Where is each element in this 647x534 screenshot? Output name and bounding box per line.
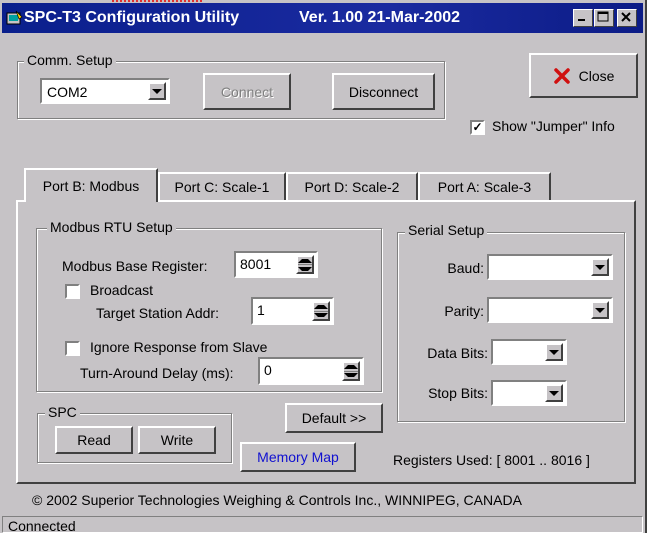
data-bits-label: Data Bits: (427, 345, 488, 361)
write-button[interactable]: Write (138, 426, 216, 454)
default-button[interactable]: Default >> (285, 403, 383, 433)
data-bits-select[interactable] (491, 339, 567, 365)
stepper-arrows-icon[interactable] (296, 255, 314, 274)
target-station-value: 1 (257, 302, 265, 318)
registers-used-text: Registers Used: [ 8001 .. 8016 ] (393, 452, 590, 468)
turnaround-stepper[interactable]: 0 (258, 357, 364, 385)
turnaround-label: Turn-Around Delay (ms): (80, 365, 234, 381)
memory-map-button[interactable]: Memory Map (240, 442, 356, 472)
write-label: Write (160, 432, 194, 448)
stepper-arrows-icon[interactable] (312, 301, 330, 321)
baud-label: Baud: (447, 260, 484, 276)
chevron-down-icon[interactable] (591, 258, 609, 276)
parity-select[interactable] (487, 297, 613, 323)
stop-bits-select[interactable] (491, 380, 567, 406)
baud-select[interactable] (487, 254, 613, 280)
base-register-label: Modbus Base Register: (62, 258, 208, 274)
modbus-rtu-label: Modbus RTU Setup (47, 219, 176, 235)
chevron-down-icon[interactable] (591, 301, 609, 319)
serial-setup-label: Serial Setup (405, 222, 488, 238)
stop-bits-label: Stop Bits: (428, 385, 488, 401)
base-register-stepper[interactable]: 8001 (234, 251, 318, 278)
default-label: Default >> (301, 410, 367, 426)
turnaround-value: 0 (264, 362, 272, 378)
memory-map-label: Memory Map (257, 449, 339, 465)
application-window: SPC-T3 Configuration Utility Ver. 1.00 2… (0, 0, 647, 534)
stepper-arrows-icon[interactable] (342, 361, 360, 381)
target-station-stepper[interactable]: 1 (251, 297, 334, 325)
ignore-response-label: Ignore Response from Slave (90, 339, 268, 355)
base-register-value: 8001 (240, 256, 272, 272)
chevron-down-icon[interactable] (545, 343, 563, 361)
ignore-response-checkbox[interactable] (65, 341, 80, 356)
chevron-down-icon[interactable] (545, 384, 563, 402)
read-label: Read (77, 432, 111, 448)
panel-content: Modbus RTU Setup Modbus Base Register: 8… (0, 0, 647, 533)
broadcast-checkbox[interactable] (65, 284, 80, 299)
target-station-label: Target Station Addr: (96, 305, 219, 321)
broadcast-label: Broadcast (90, 282, 154, 298)
parity-label: Parity: (444, 303, 484, 319)
spc-label: SPC (45, 404, 80, 420)
read-button[interactable]: Read (55, 426, 133, 454)
